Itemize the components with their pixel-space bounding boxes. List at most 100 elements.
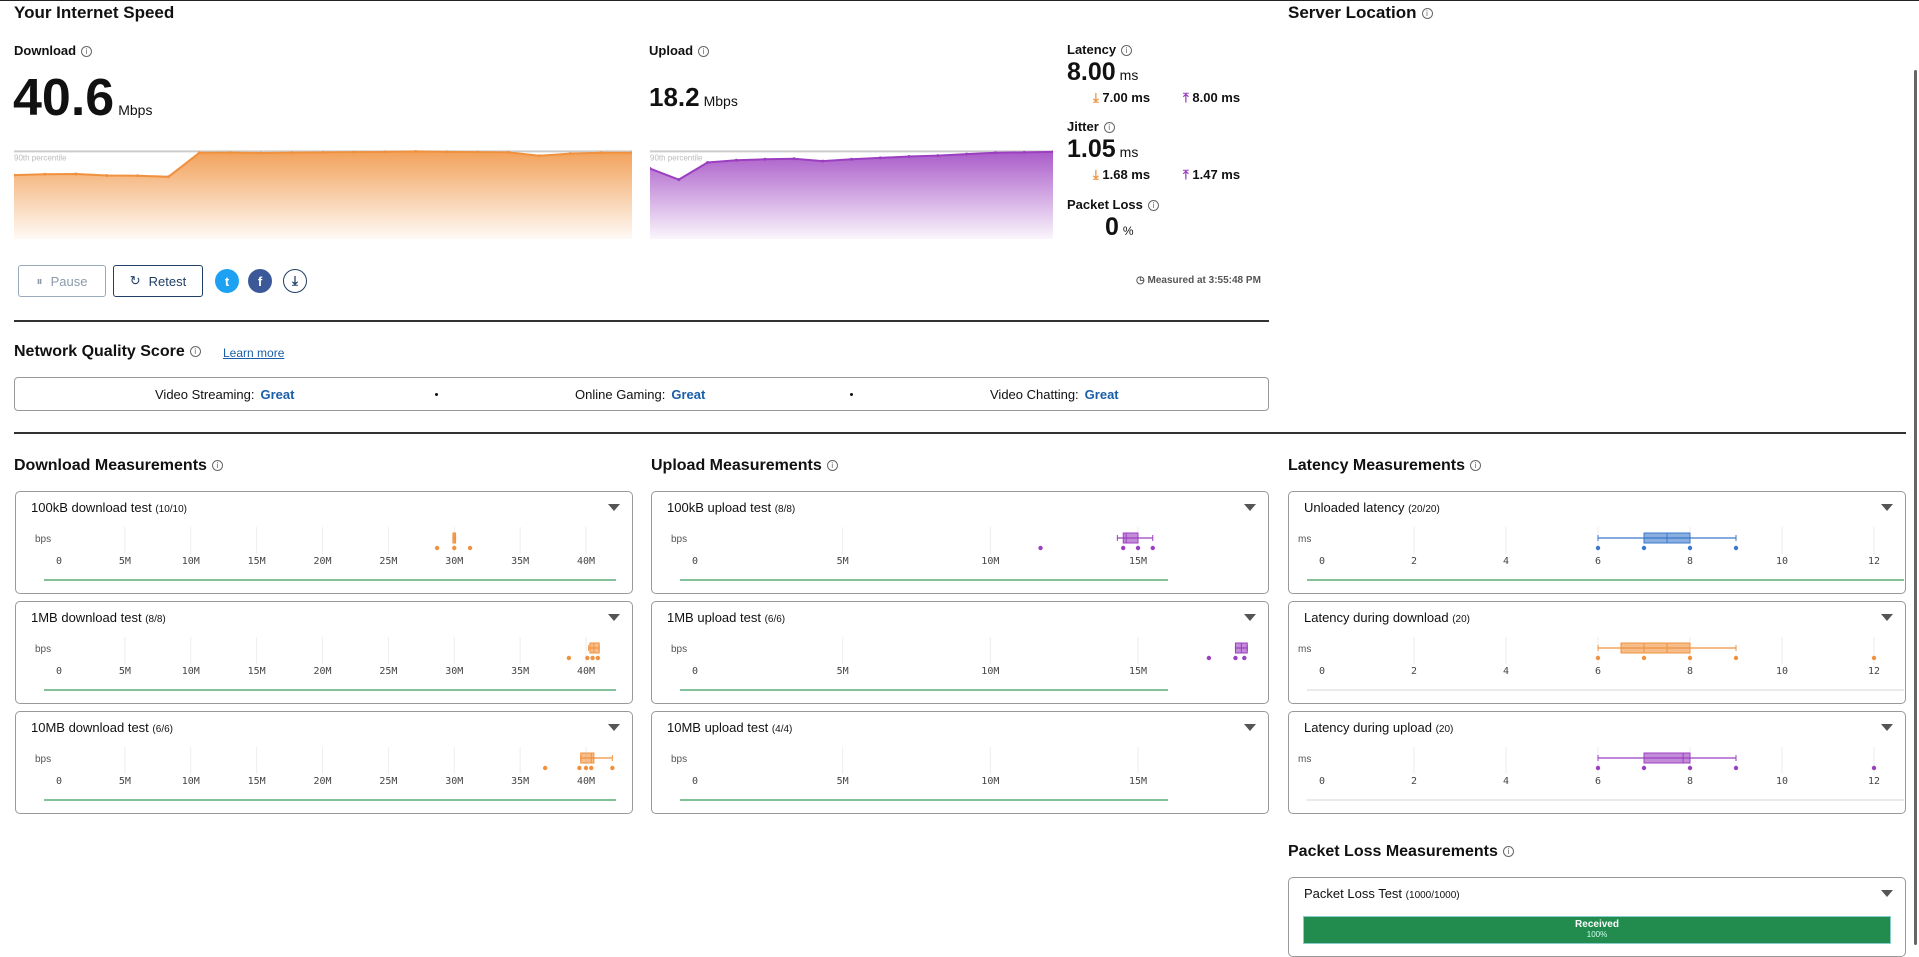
box-plot: ms 0 2 4 6 8 10 12 [1298,527,1904,581]
tick-label: 25M [379,556,397,567]
learn-more-link[interactable]: Learn more [223,346,284,360]
data-point [1595,545,1601,551]
data-point [583,765,589,771]
tick-label: 0 [1319,776,1325,787]
tick-label: 15M [1129,776,1147,787]
jitter-upload-value: 1.47 ms [1192,167,1241,182]
section-title-text: Download Measurements [14,457,207,474]
measurement-card[interactable]: 1MB upload test (6/6) bps 0 5M 10M 15M [651,601,1269,704]
data-point [566,655,572,661]
twitter-share-icon[interactable]: t [215,269,239,293]
retest-label: Retest [148,273,187,289]
info-icon[interactable]: i [1147,200,1159,212]
download-measurements-title: Download Measurements i [14,457,223,475]
data-point [1733,655,1739,661]
facebook-share-icon[interactable]: f [248,269,272,293]
tick-label: 40M [577,556,595,567]
upload-arrow-icon: ⤒ [1183,167,1189,182]
speed-point [476,150,479,154]
info-icon[interactable]: i [1469,460,1481,472]
speed-area [650,151,1053,239]
info-icon[interactable]: i [211,460,223,472]
section-title-text: Upload Measurements [651,457,822,474]
box [589,642,600,654]
speed-point [383,150,387,154]
measurement-card[interactable]: 1MB download test (8/8) bps 0 5M 10M 15M 20M 25… [15,601,633,704]
box-plot: bps 0 5M 10M 15M [671,527,1168,581]
speed-point [936,154,940,158]
info-icon[interactable]: i [1103,122,1115,134]
data-point [577,765,582,771]
tick-label: 0 [692,776,698,787]
section-title-text: Latency Measurements [1288,457,1465,474]
tick-label: 10M [182,776,200,787]
measurement-card[interactable]: 10MB upload test (4/4) bps 0 5M 10M 15M [651,711,1269,814]
download-number: 40.6 [13,69,115,127]
info-icon[interactable]: i [1502,846,1514,858]
jitter-label: Jitter i [1067,119,1115,134]
data-point [1871,765,1877,771]
measurement-card[interactable]: Unloaded latency (20/20) ms 0 2 4 6 8 10 12 [1288,491,1906,594]
info-icon[interactable]: i [189,346,201,358]
measurement-card[interactable]: 10MB download test (6/6) bps 0 5M 10M 15M 20M 2… [15,711,633,814]
measurement-card[interactable]: 100kB upload test (8/8) bps 0 5M 10M 15M [651,491,1269,594]
tick-label: 20M [313,666,331,677]
box-plot: ms 0 2 4 6 8 10 12 [1298,637,1904,691]
packet-loss-card[interactable]: Packet Loss Test (1000/1000) Received 10… [1288,877,1906,957]
tick-label: 0 [692,556,698,567]
data-point [589,765,594,771]
tick-label: 12 [1868,776,1880,787]
box-plot: bps 0 5M 10M 15M [671,637,1248,691]
measurement-card[interactable]: Latency during download (20) ms 0 2 4 6 8 10 12 [1288,601,1906,704]
pause-button[interactable]: ⏸ Pause [18,265,106,297]
info-icon[interactable]: i [826,460,838,472]
info-icon[interactable]: i [1421,8,1433,20]
measured-at-text: Measured at 3:55:48 PM [1147,275,1261,286]
download-results-icon[interactable]: ⤓ [283,269,307,293]
tick-label: 5M [119,776,131,787]
speed-point [792,157,796,161]
download-label-text: Download [14,43,77,58]
data-point [1595,655,1601,661]
speed-point [290,151,294,155]
page-title: Your Internet Speed [14,3,175,22]
nqs-label: Video Streaming: [155,387,255,402]
tick-label: 40M [577,666,595,677]
data-point [1242,655,1247,661]
tick-label: 6 [1595,666,1601,677]
speed-point [43,172,47,176]
test-count: (1000/1000) [1405,890,1460,901]
upload-number: 18.2 [649,82,700,112]
data-point [1121,545,1126,551]
speed-point [136,174,140,178]
retest-button[interactable]: ↻ Retest [113,265,203,297]
tick-label: 10M [981,556,999,567]
info-icon[interactable]: i [81,46,93,58]
data-point [585,655,590,661]
jitter-upload: ⤒ 1.47 ms [1183,167,1240,183]
jitter-download: ⤓ 1.68 ms [1093,167,1150,183]
jitter-unit: ms [1119,144,1139,160]
upload-unit: Mbps [703,93,738,109]
measurement-card[interactable]: 100kB download test (10/10) bps 0 5M 10M 15M 2… [15,491,633,594]
tick-label: 2 [1411,776,1417,787]
clock-icon: ◷ [1136,275,1145,286]
tick-label: 8 [1687,666,1693,677]
unit-label: ms [1298,754,1311,765]
server-location-title: Server Location i [1288,3,1433,23]
upload-arrow-icon: ⤒ [1183,90,1189,105]
info-icon[interactable]: i [698,46,710,58]
measurement-card[interactable]: Latency during upload (20) ms 0 2 4 6 8 10 12 [1288,711,1906,814]
info-icon[interactable]: i [1121,45,1133,57]
scrollbar[interactable] [1914,70,1917,945]
speed-point [677,178,681,182]
speed-point [105,174,109,178]
divider [14,320,1269,322]
chevron-down-icon[interactable] [1881,890,1893,897]
speed-point [1022,150,1026,154]
speed-point [706,161,710,165]
data-point [1595,765,1601,771]
latency-number: 8.00 [1067,58,1116,86]
data-point [1641,655,1647,661]
speed-point [965,152,969,156]
